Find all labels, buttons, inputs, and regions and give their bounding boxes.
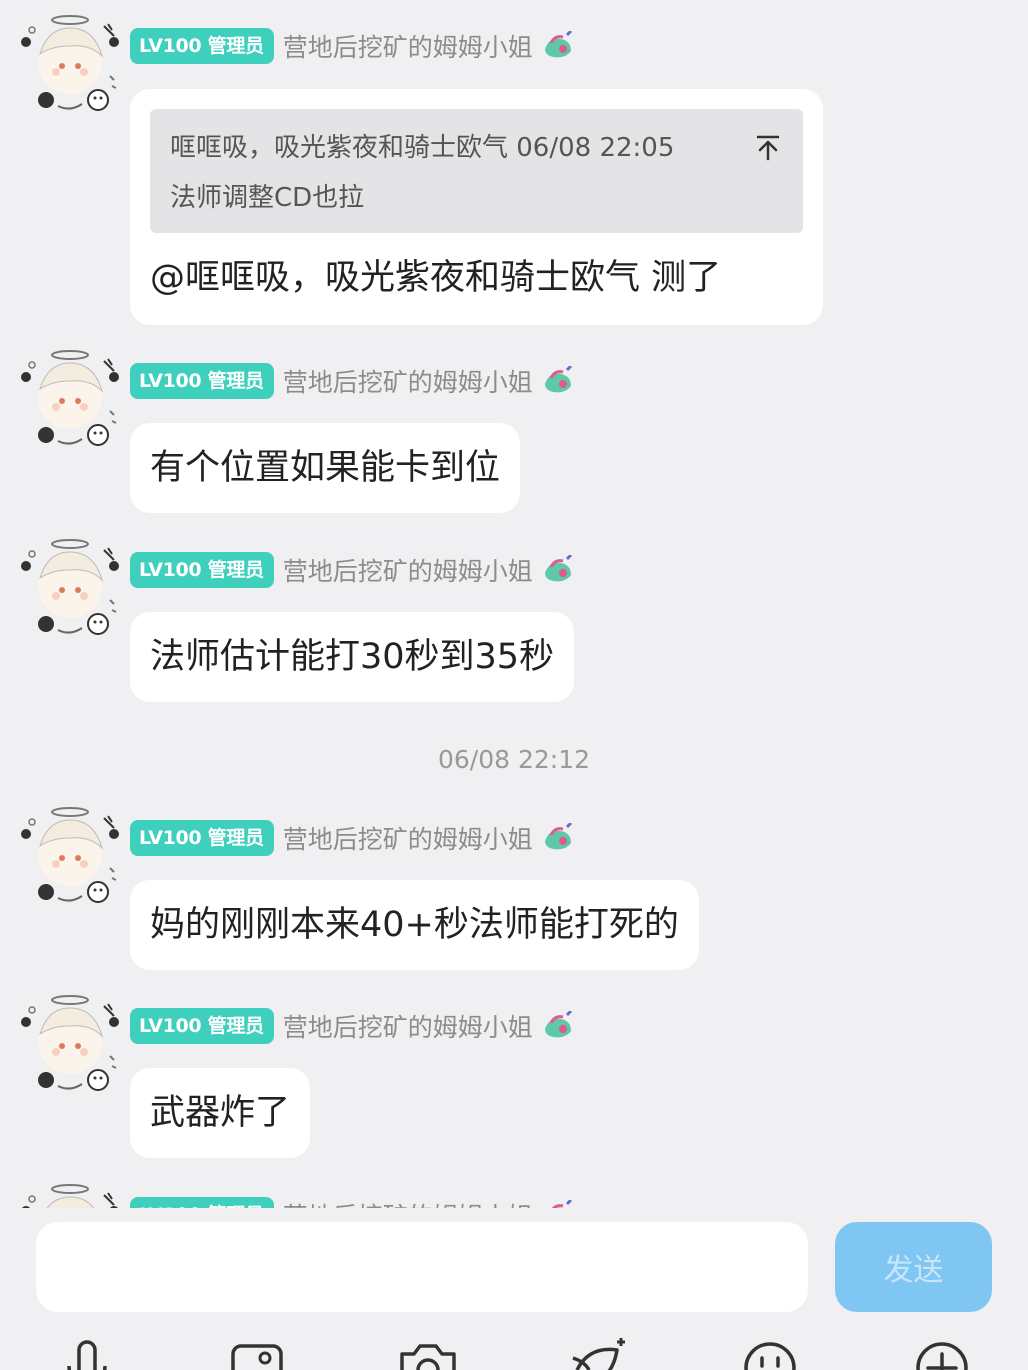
input-bar: 发送 <box>0 1208 1028 1370</box>
username[interactable]: 营地后挖矿的姆姆小姐 <box>283 552 533 588</box>
message-bubble[interactable]: 哐哐吸，吸光紫夜和骑士欧气 06/08 22:05 法师调整CD也拉 @哐哐吸，… <box>130 89 823 325</box>
username[interactable]: 营地后挖矿的姆姆小姐 <box>283 1008 533 1044</box>
dragon-badge-icon <box>541 1200 575 1208</box>
quoted-message[interactable]: 哐哐吸，吸光紫夜和骑士欧气 06/08 22:05 法师调整CD也拉 <box>150 109 803 233</box>
avatar[interactable] <box>18 538 126 646</box>
message-header: LV100 管理员 营地后挖矿的姆姆小姐 <box>130 363 575 399</box>
mic-icon[interactable] <box>57 1336 117 1370</box>
rocket-icon[interactable] <box>569 1336 629 1370</box>
dragon-badge-icon <box>541 1011 575 1041</box>
emoji-icon[interactable] <box>740 1336 800 1370</box>
message-header: LV100 管理员 营地后挖矿的姆姆小姐 <box>130 820 575 856</box>
level-badge: LV100 管理员 <box>130 28 274 64</box>
message-input[interactable] <box>36 1222 808 1312</box>
message-bubble[interactable]: 妈的刚刚本来40+秒法师能打死的 <box>130 880 699 970</box>
message-header: LV100 管理员 营地后挖矿的姆姆小姐 <box>130 1008 575 1044</box>
timestamp-divider: 06/08 22:12 <box>437 745 591 774</box>
username[interactable]: 营地后挖矿的姆姆小姐 <box>283 363 533 399</box>
plus-icon[interactable] <box>912 1336 972 1370</box>
camera-icon[interactable] <box>398 1336 458 1370</box>
message-bubble[interactable]: 武器炸了 <box>130 1068 311 1158</box>
message-bubble[interactable]: 有个位置如果能卡到位 <box>130 423 521 513</box>
quoted-message-header: 哐哐吸，吸光紫夜和骑士欧气 06/08 22:05 <box>170 133 675 163</box>
send-button[interactable]: 发送 <box>835 1222 992 1312</box>
level-badge: LV100 管理员 <box>130 363 274 399</box>
avatar[interactable] <box>18 994 126 1102</box>
dragon-badge-icon <box>541 555 575 585</box>
level-badge: LV100 管理员 <box>130 820 274 856</box>
username[interactable]: 营地后挖矿的姆姆小姐 <box>283 820 533 856</box>
level-badge: LV100 管理员 <box>130 1197 274 1208</box>
dragon-badge-icon <box>541 31 575 61</box>
avatar[interactable] <box>18 806 126 914</box>
message-bubble[interactable]: 法师估计能打30秒到35秒 <box>130 612 575 702</box>
level-badge: LV100 管理员 <box>130 552 274 588</box>
dragon-badge-icon <box>541 366 575 396</box>
chat-message-list[interactable]: LV100 管理员 营地后挖矿的姆姆小姐 哐哐吸，吸光紫夜和骑士欧气 06/08… <box>0 0 1028 1208</box>
username[interactable]: 营地后挖矿的姆姆小姐 <box>283 28 533 64</box>
username[interactable]: 营地后挖矿的姆姆小姐 <box>283 1197 533 1208</box>
message-header: LV100 管理员 营地后挖矿的姆姆小姐 <box>130 28 575 64</box>
image-icon[interactable] <box>227 1336 287 1370</box>
message-header: LV100 管理员 营地后挖矿的姆姆小姐 <box>130 1197 575 1208</box>
avatar[interactable] <box>18 349 126 457</box>
avatar[interactable] <box>18 14 126 122</box>
dragon-badge-icon <box>541 823 575 853</box>
avatar[interactable] <box>18 1183 126 1208</box>
level-badge: LV100 管理员 <box>130 1008 274 1044</box>
message-header: LV100 管理员 营地后挖矿的姆姆小姐 <box>130 552 575 588</box>
jump-to-top-icon[interactable] <box>753 133 783 163</box>
message-text: @哐哐吸，吸光紫夜和骑士欧气 测了 <box>150 258 722 298</box>
quoted-message-text: 法师调整CD也拉 <box>170 183 365 213</box>
